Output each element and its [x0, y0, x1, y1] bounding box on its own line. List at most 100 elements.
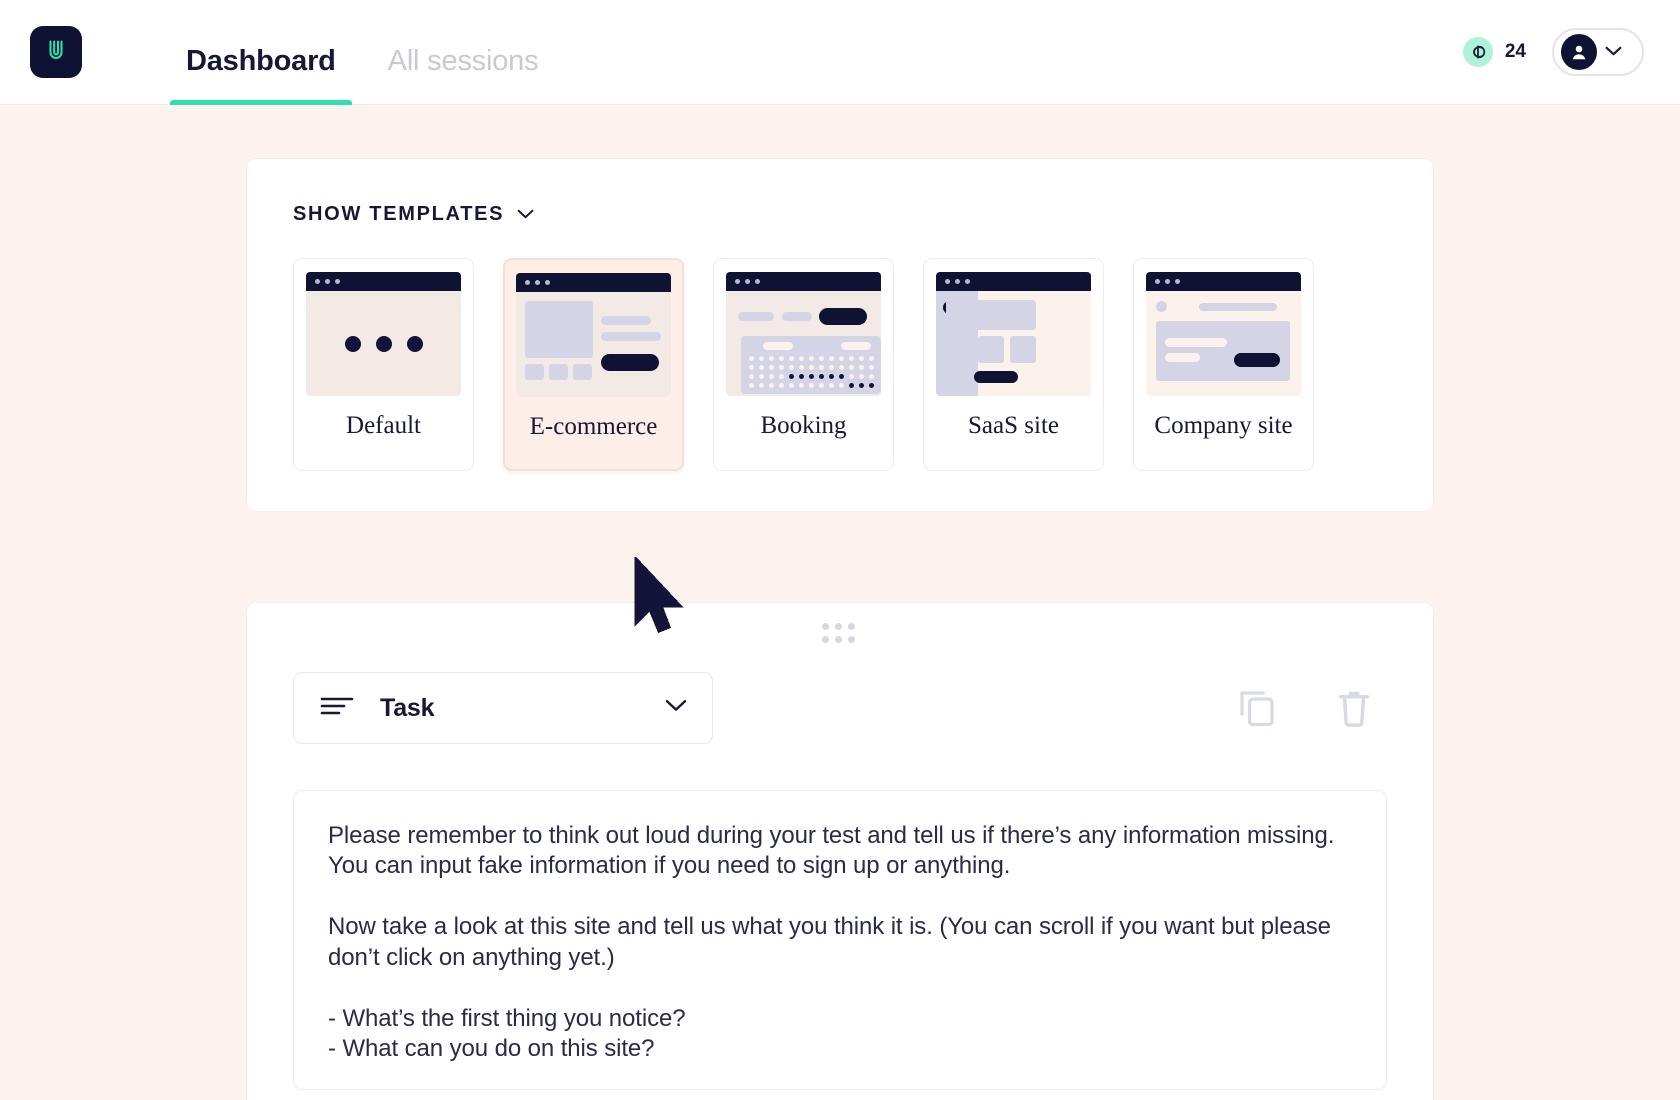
chevron-down-icon	[517, 206, 534, 224]
task-block-panel: Task Please remember to think out loud d…	[246, 602, 1434, 1100]
task-block-actions	[1237, 687, 1387, 729]
nav-tab-all-sessions[interactable]: All sessions	[372, 0, 555, 105]
credits-indicator[interactable]: 24	[1462, 37, 1526, 67]
calendar-day-dot	[819, 374, 824, 379]
calendar-day-dot	[819, 365, 824, 370]
app-logo[interactable]	[30, 26, 82, 78]
calendar-day-dot	[759, 374, 764, 379]
page-content: SHOW TEMPLATES Default E-commerce Bookin…	[0, 105, 1680, 1100]
trash-icon	[1335, 691, 1373, 733]
window-dot-icon	[335, 279, 340, 284]
drag-dots-icon[interactable]	[822, 623, 858, 646]
calendar-day-dot	[869, 356, 874, 361]
calendar-day-dot	[769, 383, 774, 388]
window-dot-icon	[535, 280, 540, 285]
text-line-block	[601, 316, 651, 325]
calendar-day-dot	[779, 356, 784, 361]
nav-bar-block	[1199, 303, 1277, 311]
calendar-day-dot	[769, 374, 774, 379]
calendar-day-dot	[849, 374, 854, 379]
template-thumbnail-default	[306, 272, 461, 396]
calendar-day-dot	[759, 383, 764, 388]
calendar-day-dot	[849, 365, 854, 370]
nav-link-block	[738, 312, 774, 321]
task-block-header: Task	[293, 672, 1387, 744]
template-card-booking[interactable]: Booking	[713, 258, 894, 471]
calendar-day-dot	[789, 374, 794, 379]
template-label-company-site: Company site	[1154, 412, 1293, 439]
text-line-block	[1165, 353, 1200, 362]
task-text-content: Please remember to think out loud during…	[328, 822, 1335, 1063]
calendar-day-dot	[749, 365, 754, 370]
thumb-titlebar	[936, 272, 1091, 291]
header-right-group: 24	[1462, 28, 1644, 76]
window-dot-icon	[965, 279, 970, 284]
thumbnail-block	[573, 364, 592, 380]
show-templates-toggle[interactable]: SHOW TEMPLATES	[293, 203, 1387, 226]
calendar-day-dot	[769, 356, 774, 361]
window-dot-icon	[545, 280, 550, 285]
window-dot-icon	[945, 279, 950, 284]
calendar-day-dot	[869, 374, 874, 379]
nav-tab-dashboard[interactable]: Dashboard	[170, 0, 352, 105]
chevron-down-icon	[665, 699, 687, 717]
calendar-day-dot	[849, 356, 854, 361]
calendar-day-dot	[859, 383, 864, 388]
calendar-day-dot	[779, 383, 784, 388]
template-thumbnail-saas-site	[936, 272, 1091, 396]
window-dot-icon	[525, 280, 530, 285]
calendar-day-dot	[819, 383, 824, 388]
calendar-day-dot	[839, 365, 844, 370]
calendar-day-dot	[809, 356, 814, 361]
calendar-day-dot	[759, 365, 764, 370]
content-block	[946, 336, 972, 363]
copy-icon	[1237, 691, 1277, 733]
calendar-day-dot	[789, 383, 794, 388]
thumbnail-block	[549, 364, 568, 380]
chevron-down-icon	[1605, 43, 1622, 61]
calendar-day-dot	[809, 365, 814, 370]
product-image-block	[525, 301, 593, 358]
calendar-day-dot	[769, 365, 774, 370]
calendar-day-dot	[829, 374, 834, 379]
default-placeholder-dots	[344, 335, 423, 352]
thumb-body	[306, 291, 461, 396]
credit-count-label: 24	[1504, 41, 1526, 62]
template-card-saas-site[interactable]: SaaS site	[923, 258, 1104, 471]
template-label-saas-site: SaaS site	[968, 412, 1059, 439]
app-header: Dashboard All sessions 24	[0, 0, 1680, 105]
credit-coin-icon	[1462, 37, 1493, 67]
content-block	[946, 300, 1036, 330]
delete-task-button[interactable]	[1335, 687, 1373, 729]
calendar-day-dot	[749, 356, 754, 361]
template-card-ecommerce[interactable]: E-commerce	[503, 258, 684, 471]
calendar-day-dot	[839, 374, 844, 379]
calendar-day-dot	[799, 374, 804, 379]
calendar-day-dot	[789, 365, 794, 370]
calendar-day-dot	[759, 356, 764, 361]
task-text-area[interactable]: Please remember to think out loud during…	[293, 790, 1387, 1090]
duplicate-task-button[interactable]	[1237, 687, 1277, 729]
task-type-select[interactable]: Task	[293, 672, 713, 744]
thumb-body	[1146, 291, 1301, 396]
nav-link-block	[782, 312, 812, 321]
task-lines-icon	[320, 695, 354, 722]
content-block	[1010, 336, 1036, 363]
thumb-titlebar	[306, 272, 461, 291]
useberry-u-logo-icon	[42, 36, 70, 69]
main-nav: Dashboard All sessions	[170, 0, 554, 105]
template-card-default[interactable]: Default	[293, 258, 474, 471]
template-card-company-site[interactable]: Company site	[1133, 258, 1314, 471]
calendar-day-dot	[779, 374, 784, 379]
calendar-day-dot	[839, 356, 844, 361]
account-menu-button[interactable]	[1552, 28, 1644, 76]
cta-button-block	[1234, 353, 1280, 367]
thumb-titlebar	[726, 272, 881, 291]
calendar-day-dot	[869, 365, 874, 370]
user-avatar-icon	[1561, 34, 1597, 70]
show-templates-label: SHOW TEMPLATES	[293, 203, 505, 225]
task-type-label: Task	[380, 693, 435, 722]
calendar-day-dot	[829, 365, 834, 370]
calendar-day-dot	[749, 374, 754, 379]
window-dot-icon	[325, 279, 330, 284]
